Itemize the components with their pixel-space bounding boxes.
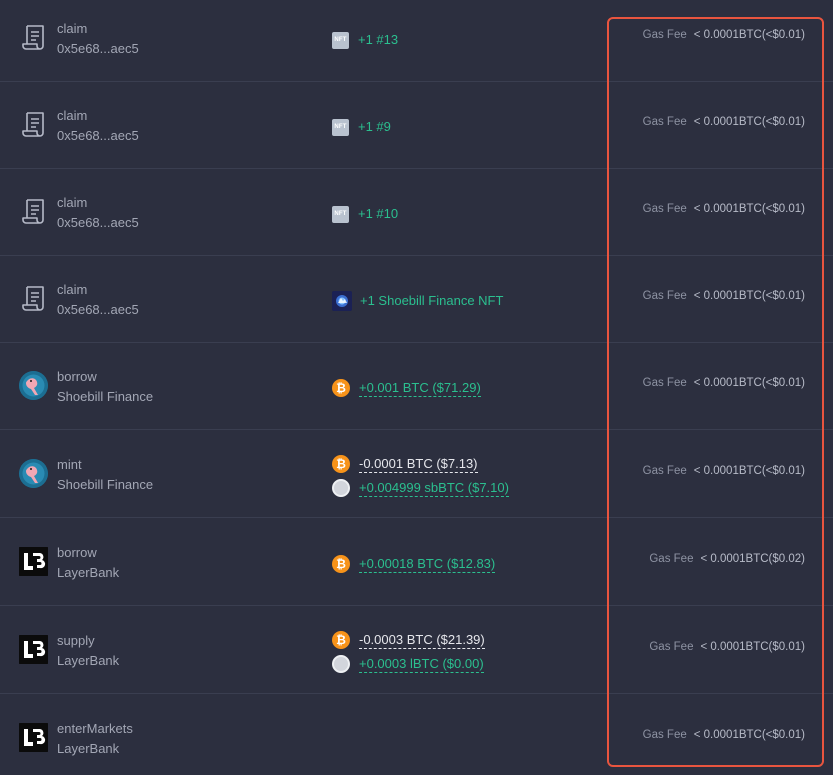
token-amount-link[interactable]: +0.004999 sbBTC ($7.10) [359, 480, 509, 497]
contract-scroll-icon [22, 25, 44, 50]
token-change: ₿ +0.001 BTC ($71.29) [332, 378, 481, 398]
token-change: NFT +1 #9 [332, 117, 391, 137]
token-change: ₿ -0.0003 BTC ($21.39) [332, 630, 485, 650]
method-name: claim [57, 21, 88, 36]
token-amount-link[interactable]: +0.001 BTC ($71.29) [359, 380, 481, 397]
shoebill-finance-logo-icon [19, 371, 48, 400]
method-name: enterMarkets [57, 721, 133, 736]
method-name: mint [57, 457, 82, 472]
token-amount-link[interactable]: +0.0003 lBTC ($0.00) [359, 656, 484, 673]
protocol-name-link[interactable]: LayerBank [57, 741, 119, 756]
token-amount-link[interactable]: +0.00018 BTC ($12.83) [359, 556, 496, 573]
token-change: NFT +1 #13 [332, 30, 398, 50]
token-change: ₿ -0.0001 BTC ($7.13) [332, 454, 478, 474]
token-change: +0.004999 sbBTC ($7.10) [332, 478, 509, 498]
method-name: borrow [57, 545, 97, 560]
token-amount: +1 #9 [358, 119, 391, 134]
layerbank-logo-icon [19, 547, 48, 576]
btc-icon: ₿ [332, 631, 350, 649]
contract-address-link[interactable]: 0x5e68...aec5 [57, 302, 139, 317]
token-amount: +1 #13 [358, 32, 399, 47]
protocol-name-link[interactable]: Shoebill Finance [57, 477, 153, 492]
layerbank-logo-icon [19, 723, 48, 752]
method-name: claim [57, 282, 88, 297]
btc-icon: ₿ [332, 379, 350, 397]
contract-scroll-icon [22, 199, 44, 224]
contract-address-link[interactable]: 0x5e68...aec5 [57, 128, 139, 143]
nft-badge-icon: NFT [332, 31, 349, 49]
gas-fee-highlight-box [607, 17, 824, 767]
contract-address-link[interactable]: 0x5e68...aec5 [57, 41, 139, 56]
lbtc-icon [332, 655, 350, 673]
token-amount-link[interactable]: -0.0001 BTC ($7.13) [359, 456, 478, 473]
token-amount-link[interactable]: -0.0003 BTC ($21.39) [359, 632, 485, 649]
nft-badge-icon: NFT [332, 205, 349, 223]
shoebill-finance-logo-icon [19, 459, 48, 488]
token-amount: +1 #10 [358, 206, 399, 221]
method-name: borrow [57, 369, 97, 384]
btc-icon: ₿ [332, 455, 350, 473]
token-change: +0.0003 lBTC ($0.00) [332, 654, 484, 674]
protocol-name-link[interactable]: LayerBank [57, 653, 119, 668]
token-change: +1 Shoebill Finance NFT [332, 291, 503, 311]
contract-scroll-icon [22, 286, 44, 311]
method-name: claim [57, 195, 88, 210]
token-change: ₿ +0.00018 BTC ($12.83) [332, 554, 496, 574]
shoebill-nft-icon [332, 291, 352, 311]
token-change: NFT +1 #10 [332, 204, 398, 224]
protocol-name-link[interactable]: LayerBank [57, 565, 119, 580]
sbbtc-icon [332, 479, 350, 497]
token-amount: +1 Shoebill Finance NFT [360, 293, 504, 308]
method-name: supply [57, 633, 95, 648]
layerbank-logo-icon [19, 635, 48, 664]
btc-icon: ₿ [332, 555, 350, 573]
protocol-name-link[interactable]: Shoebill Finance [57, 389, 153, 404]
method-name: claim [57, 108, 88, 123]
contract-scroll-icon [22, 112, 44, 137]
nft-badge-icon: NFT [332, 118, 349, 136]
contract-address-link[interactable]: 0x5e68...aec5 [57, 215, 139, 230]
